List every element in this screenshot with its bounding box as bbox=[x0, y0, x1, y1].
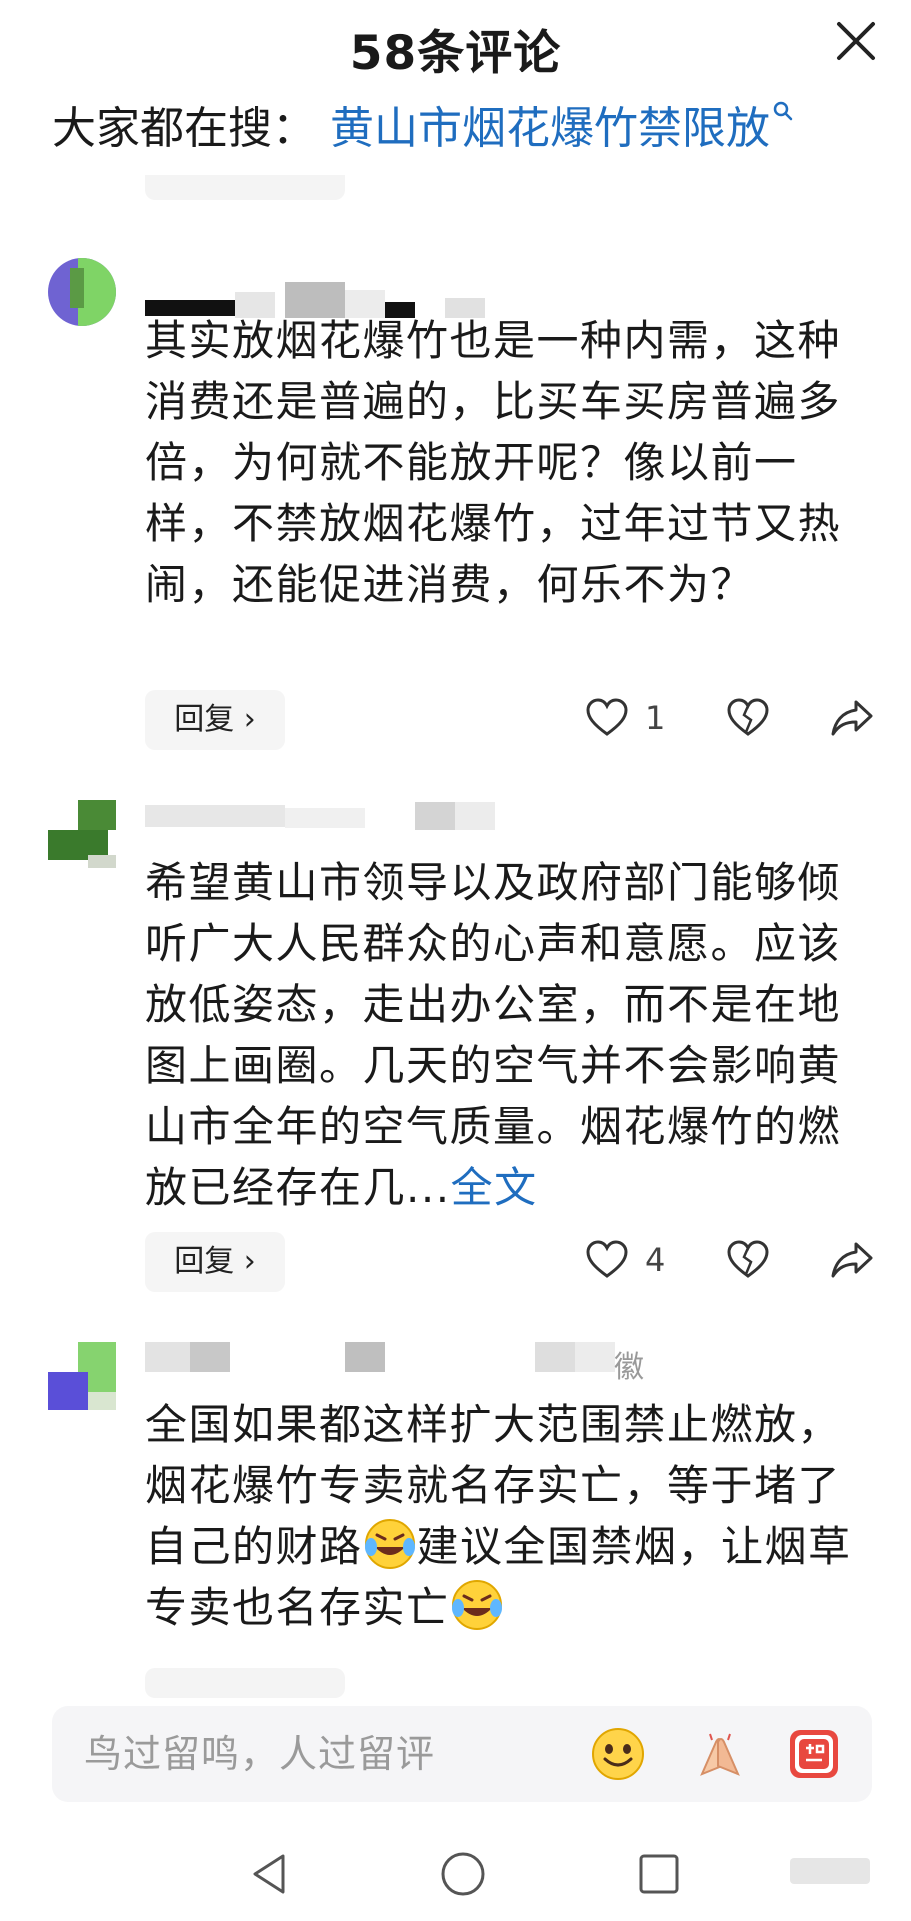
watermark-logo bbox=[790, 1858, 870, 1884]
heart-icon bbox=[586, 1240, 628, 1278]
avatar-image bbox=[48, 1342, 116, 1410]
comments-header: 58条评论 大家都在搜： 黄山市烟花爆竹禁限放 bbox=[0, 0, 911, 175]
like-button[interactable]: 1 bbox=[585, 698, 665, 738]
like-count: 4 bbox=[645, 1241, 666, 1279]
reply-button[interactable]: 回复 › bbox=[145, 1232, 285, 1292]
username-redacted[interactable] bbox=[145, 262, 505, 318]
comment-input-bar[interactable]: 鸟过留鸣，人过留评 bbox=[52, 1706, 872, 1802]
reply-button[interactable]: 回复 › bbox=[145, 690, 285, 750]
avatar[interactable] bbox=[48, 1342, 116, 1410]
avatar-image bbox=[48, 258, 116, 326]
comment-text-content: 希望黄山市领导以及政府部门能够倾听广大人民群众的心声和意愿。应该放低姿态，走出办… bbox=[145, 858, 842, 1212]
close-icon[interactable] bbox=[831, 16, 881, 66]
comment-input-placeholder: 鸟过留鸣，人过留评 bbox=[84, 1732, 436, 1776]
username-redacted[interactable] bbox=[145, 800, 505, 830]
laughing-crying-emoji-icon bbox=[364, 1519, 415, 1569]
reply-button-label: 回复 bbox=[174, 702, 235, 737]
trending-search-label: 大家都在搜： bbox=[52, 103, 316, 154]
page-title: 58条评论 bbox=[349, 26, 562, 81]
system-navigation-bar bbox=[0, 1830, 911, 1921]
search-icon[interactable] bbox=[772, 100, 794, 122]
like-button[interactable]: 4 bbox=[585, 1240, 665, 1280]
share-arrow-icon[interactable] bbox=[830, 1240, 874, 1280]
expand-full-text-link[interactable]: 全文 bbox=[451, 1163, 538, 1212]
smiley-emoji-icon[interactable] bbox=[590, 1726, 646, 1782]
jiayou-badge-icon[interactable] bbox=[786, 1726, 842, 1782]
recents-square-icon[interactable] bbox=[633, 1848, 685, 1900]
broken-heart-icon[interactable] bbox=[726, 1240, 770, 1280]
comment-text: 其实放烟花爆竹也是一种内需，这种消费还是普遍的，比买车买房普遍多倍，为何就不能放… bbox=[145, 316, 842, 609]
clapping-hands-icon[interactable] bbox=[692, 1726, 748, 1782]
heart-icon bbox=[586, 698, 628, 736]
like-count: 1 bbox=[645, 699, 666, 737]
username-redacted[interactable] bbox=[145, 1338, 645, 1372]
user-location: 徽 bbox=[614, 1350, 644, 1385]
reply-button[interactable] bbox=[145, 1668, 345, 1698]
broken-heart-icon[interactable] bbox=[726, 698, 770, 738]
laughing-crying-emoji-icon bbox=[451, 1580, 502, 1630]
back-triangle-icon[interactable] bbox=[245, 1848, 297, 1900]
trending-search: 大家都在搜： 黄山市烟花爆竹禁限放 bbox=[52, 92, 794, 156]
avatar[interactable] bbox=[48, 258, 116, 326]
avatar[interactable] bbox=[48, 800, 116, 868]
comment-text: 希望黄山市领导以及政府部门能够倾听广大人民群众的心声和意愿。应该放低姿态，走出办… bbox=[145, 852, 865, 1218]
avatar-image bbox=[48, 800, 116, 868]
home-circle-icon[interactable] bbox=[437, 1848, 489, 1900]
trending-search-link[interactable]: 黄山市烟花爆竹禁限放 bbox=[330, 103, 770, 154]
comment-text: 全国如果都这样扩大范围禁止燃放，烟花爆竹专卖就名存实亡，等于堵了自己的财路 建议… bbox=[145, 1394, 865, 1644]
reply-button-label: 回复 bbox=[174, 1244, 235, 1279]
share-arrow-icon[interactable] bbox=[830, 698, 874, 738]
